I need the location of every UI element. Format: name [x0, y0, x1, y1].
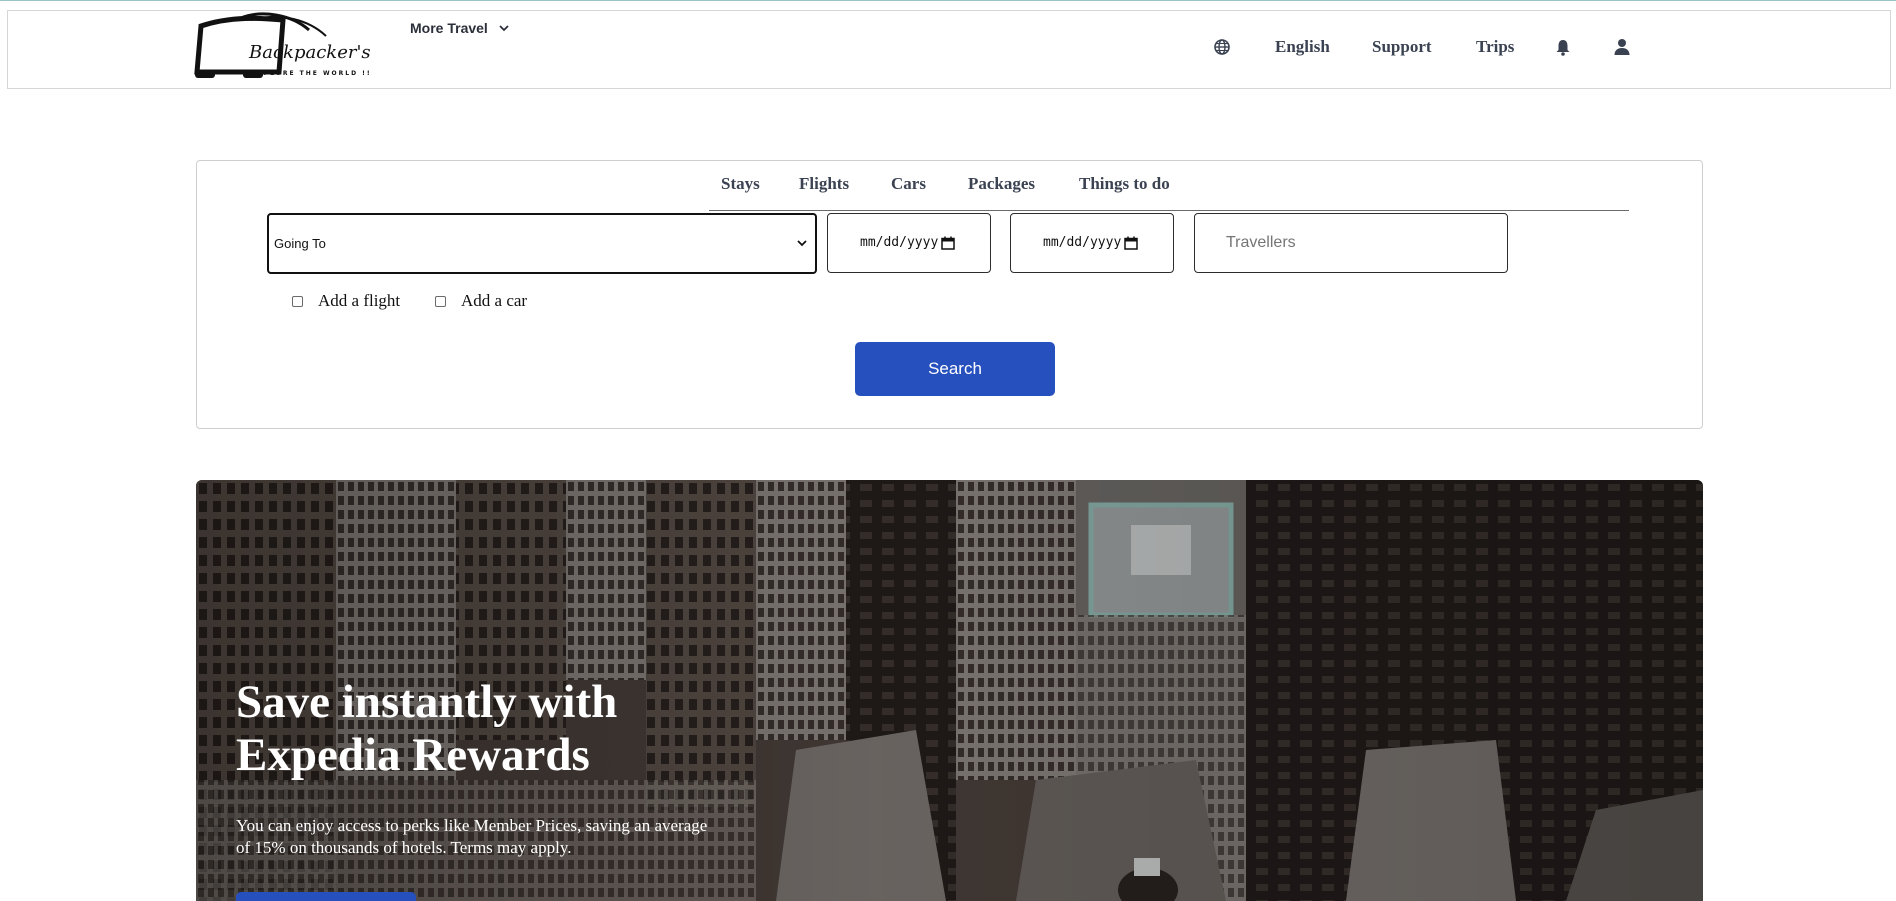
user-icon[interactable] — [1613, 38, 1631, 56]
chevron-down-icon — [499, 25, 509, 32]
language-link[interactable]: English — [1275, 37, 1330, 57]
hero-text-line-2: of 15% on thousands of hotels. Terms may… — [236, 838, 572, 857]
more-travel-label: More Travel — [410, 20, 488, 36]
tabs-divider — [709, 210, 1629, 211]
support-link[interactable]: Support — [1372, 37, 1432, 57]
hero-title-line-2: Expedia Rewards — [236, 729, 590, 781]
add-car-checkbox[interactable] — [435, 296, 446, 307]
tab-packages[interactable]: Packages — [968, 174, 1035, 194]
logo-wordmark: Backpacker's — [248, 42, 371, 63]
check-out-placeholder: mm/dd/yyyy — [1043, 235, 1121, 250]
trips-link[interactable]: Trips — [1476, 37, 1514, 57]
chevron-down-icon — [797, 240, 807, 247]
rewards-hero-banner: Save instantly with Expedia Rewards You … — [196, 480, 1703, 901]
going-to-select[interactable]: Going To — [267, 213, 817, 274]
tab-cars[interactable]: Cars — [891, 174, 926, 194]
calendar-icon[interactable] — [1124, 236, 1138, 250]
add-flight-checkbox[interactable] — [292, 296, 303, 307]
tab-things-to-do[interactable]: Things to do — [1079, 174, 1170, 194]
tab-stays[interactable]: Stays — [721, 174, 760, 194]
check-in-date-input[interactable]: mm/dd/yyyy — [827, 213, 991, 273]
add-flight-label[interactable]: Add a flight — [318, 291, 400, 311]
check-in-placeholder: mm/dd/yyyy — [860, 235, 938, 250]
search-button[interactable]: Search — [855, 342, 1055, 396]
tab-flights[interactable]: Flights — [799, 174, 849, 194]
more-travel-dropdown[interactable]: More Travel — [410, 20, 510, 36]
going-to-value: Going To — [274, 236, 326, 251]
search-card: Stays Flights Cars Packages Things to do… — [196, 160, 1703, 429]
travellers-input[interactable]: Travellers — [1194, 213, 1508, 273]
check-out-date-input[interactable]: mm/dd/yyyy — [1010, 213, 1174, 273]
hero-title-line-1: Save instantly with — [236, 676, 618, 728]
logo-tagline: EXPLORE THE WORLD !! — [251, 70, 372, 77]
backpackers-logo[interactable]: Backpacker's EXPLORE THE WORLD !! — [191, 10, 381, 88]
bus-logo-icon: Backpacker's EXPLORE THE WORLD !! — [194, 12, 372, 78]
hero-description: You can enjoy access to perks like Membe… — [236, 815, 796, 859]
hero-text-line-1: You can enjoy access to perks like Membe… — [236, 816, 708, 835]
globe-icon[interactable] — [1213, 38, 1231, 56]
calendar-icon[interactable] — [941, 236, 955, 250]
bell-icon[interactable] — [1554, 38, 1572, 56]
add-car-label[interactable]: Add a car — [461, 291, 527, 311]
hero-title: Save instantly with Expedia Rewards — [236, 676, 796, 782]
